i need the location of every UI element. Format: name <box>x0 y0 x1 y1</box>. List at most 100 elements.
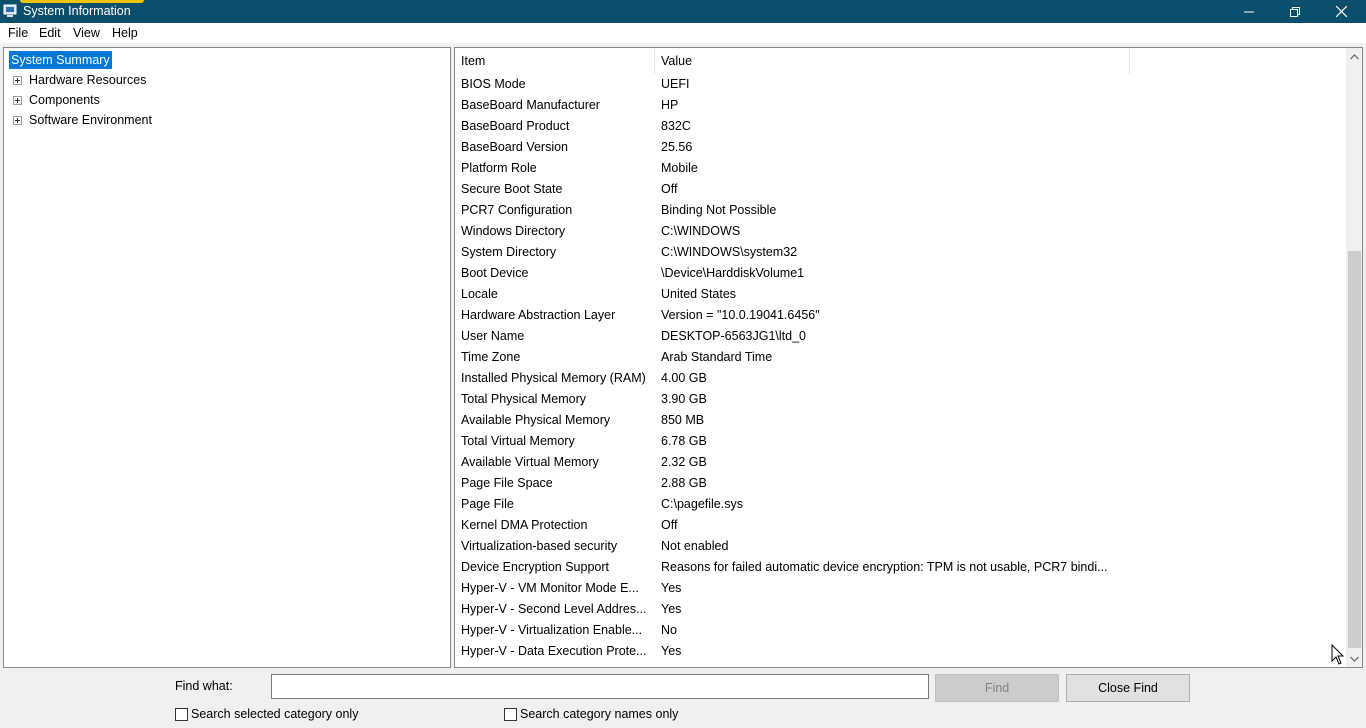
table-row[interactable]: Page File Space 2.88 GB <box>455 473 1345 494</box>
table-row[interactable]: Total Virtual Memory 6.78 GB <box>455 431 1345 452</box>
row-item: Platform Role <box>461 161 537 175</box>
row-value: Yes <box>661 581 682 595</box>
table-row[interactable]: Available Physical Memory 850 MB <box>455 410 1345 431</box>
row-item: Available Virtual Memory <box>461 455 599 469</box>
row-item: Hardware Abstraction Layer <box>461 308 616 322</box>
find-what-input[interactable] <box>271 674 929 699</box>
table-row[interactable]: Platform Role Mobile <box>455 158 1345 179</box>
row-value: United States <box>661 287 737 301</box>
row-item: System Directory <box>461 245 557 259</box>
row-value: C:\pagefile.sys <box>661 497 743 511</box>
row-value: UEFI <box>661 77 690 91</box>
search-selected-category-checkbox[interactable]: Search selected category only <box>175 707 358 721</box>
table-row[interactable]: Windows Directory C:\WINDOWS <box>455 221 1345 242</box>
table-row[interactable]: Boot Device \Device\HarddiskVolume1 <box>455 263 1345 284</box>
tree-item-label: System Summary <box>9 51 112 69</box>
category-tree[interactable]: System Summary Hardware Resources Compon… <box>3 47 451 668</box>
search-category-names-checkbox[interactable]: Search category names only <box>504 707 678 721</box>
row-value: Off <box>661 182 678 196</box>
column-header-value[interactable]: Value <box>655 48 1130 74</box>
column-header-item[interactable]: Item <box>455 48 655 74</box>
find-button[interactable]: Find <box>935 674 1059 702</box>
tree-item-components[interactable]: Components <box>13 91 100 109</box>
table-row[interactable]: BaseBoard Version 25.56 <box>455 137 1345 158</box>
table-row[interactable]: PCR7 Configuration Binding Not Possible <box>455 200 1345 221</box>
minimize-icon <box>1244 11 1254 12</box>
table-row[interactable]: Time Zone Arab Standard Time <box>455 347 1345 368</box>
row-value: Binding Not Possible <box>661 203 777 217</box>
row-value: Reasons for failed automatic device encr… <box>661 560 1108 574</box>
row-value: 25.56 <box>661 140 693 154</box>
row-value: 3.90 GB <box>661 392 707 406</box>
minimize-button[interactable] <box>1226 0 1272 23</box>
title-accent-strip <box>20 0 144 3</box>
close-find-button[interactable]: Close Find <box>1066 674 1190 702</box>
close-icon <box>1335 6 1347 17</box>
row-item: BaseBoard Manufacturer <box>461 98 600 112</box>
scroll-down-button[interactable] <box>1346 650 1362 667</box>
row-item: Hyper-V - Virtualization Enable... <box>461 623 643 637</box>
scrollbar-thumb[interactable] <box>1348 251 1361 648</box>
tree-item-system-summary[interactable]: System Summary <box>9 51 112 69</box>
mouse-cursor-icon <box>1331 644 1345 665</box>
menu-file[interactable]: File <box>8 26 28 40</box>
table-row[interactable]: Kernel DMA Protection Off <box>455 515 1345 536</box>
expand-icon[interactable] <box>13 95 22 105</box>
expand-icon[interactable] <box>13 115 22 125</box>
table-row[interactable]: Hyper-V - Second Level Addres... Yes <box>455 599 1345 620</box>
chevron-up-icon <box>1350 53 1359 59</box>
table-row[interactable]: Installed Physical Memory (RAM) 4.00 GB <box>455 368 1345 389</box>
menu-edit[interactable]: Edit <box>39 26 61 40</box>
table-row[interactable]: User Name DESKTOP-6563JG1\ltd_0 <box>455 326 1345 347</box>
table-row[interactable]: Hyper-V - Data Execution Prote... Yes <box>455 641 1345 662</box>
vertical-scrollbar[interactable] <box>1346 48 1362 667</box>
menu-view[interactable]: View <box>73 26 100 40</box>
row-value: 2.32 GB <box>661 455 707 469</box>
tree-item-software-environment[interactable]: Software Environment <box>13 111 152 129</box>
restore-icon <box>1290 6 1300 17</box>
row-item: Hyper-V - VM Monitor Mode E... <box>461 581 639 595</box>
row-value: C:\WINDOWS\system32 <box>661 245 798 259</box>
checkbox-label: Search category names only <box>520 707 679 721</box>
tree-item-label: Components <box>29 93 100 107</box>
checkbox-box[interactable] <box>175 707 188 721</box>
checkbox-box[interactable] <box>504 707 517 721</box>
row-value: Yes <box>661 602 682 616</box>
row-item: PCR7 Configuration <box>461 203 573 217</box>
table-row[interactable]: Secure Boot State Off <box>455 179 1345 200</box>
row-item: Page File <box>461 497 514 511</box>
table-row[interactable]: Virtualization-based security Not enabled <box>455 536 1345 557</box>
row-value: 4.00 GB <box>661 371 707 385</box>
table-row[interactable]: BaseBoard Product 832C <box>455 116 1345 137</box>
details-list[interactable]: Item Value BIOS Mode UEFI BaseBoard Manufa… <box>454 47 1363 668</box>
row-value: HP <box>661 98 679 112</box>
scroll-up-button[interactable] <box>1346 48 1362 65</box>
table-row[interactable]: BaseBoard Manufacturer HP <box>455 95 1345 116</box>
tree-item-hardware-resources[interactable]: Hardware Resources <box>13 71 146 89</box>
chevron-down-icon <box>1350 656 1359 662</box>
table-row[interactable]: Page File C:\pagefile.sys <box>455 494 1345 515</box>
table-row[interactable]: Device Encryption Support Reasons for fai… <box>455 557 1345 578</box>
row-item: Boot Device <box>461 266 529 280</box>
table-row[interactable]: Hyper-V - VM Monitor Mode E... Yes <box>455 578 1345 599</box>
menu-help[interactable]: Help <box>112 26 138 40</box>
row-item: Windows Directory <box>461 224 566 238</box>
close-button[interactable] <box>1318 0 1364 23</box>
row-item: Device Encryption Support <box>461 560 609 574</box>
expand-icon[interactable] <box>13 75 22 85</box>
table-row[interactable]: Available Virtual Memory 2.32 GB <box>455 452 1345 473</box>
row-item: Total Virtual Memory <box>461 434 575 448</box>
table-row[interactable]: Total Physical Memory 3.90 GB <box>455 389 1345 410</box>
table-row[interactable]: Hyper-V - Virtualization Enable... No <box>455 620 1345 641</box>
row-item: User Name <box>461 329 525 343</box>
restore-button[interactable] <box>1272 0 1318 23</box>
table-row[interactable]: Hardware Abstraction Layer Version = "10.… <box>455 305 1345 326</box>
row-item: Page File Space <box>461 476 553 490</box>
row-value: C:\WINDOWS <box>661 224 741 238</box>
row-value: 832C <box>661 119 691 133</box>
table-row[interactable]: Locale United States <box>455 284 1345 305</box>
table-row[interactable]: System Directory C:\WINDOWS\system32 <box>455 242 1345 263</box>
row-item: Secure Boot State <box>461 182 563 196</box>
table-row[interactable]: BIOS Mode UEFI <box>455 74 1345 95</box>
title-bar[interactable]: System Information <box>0 0 1366 23</box>
